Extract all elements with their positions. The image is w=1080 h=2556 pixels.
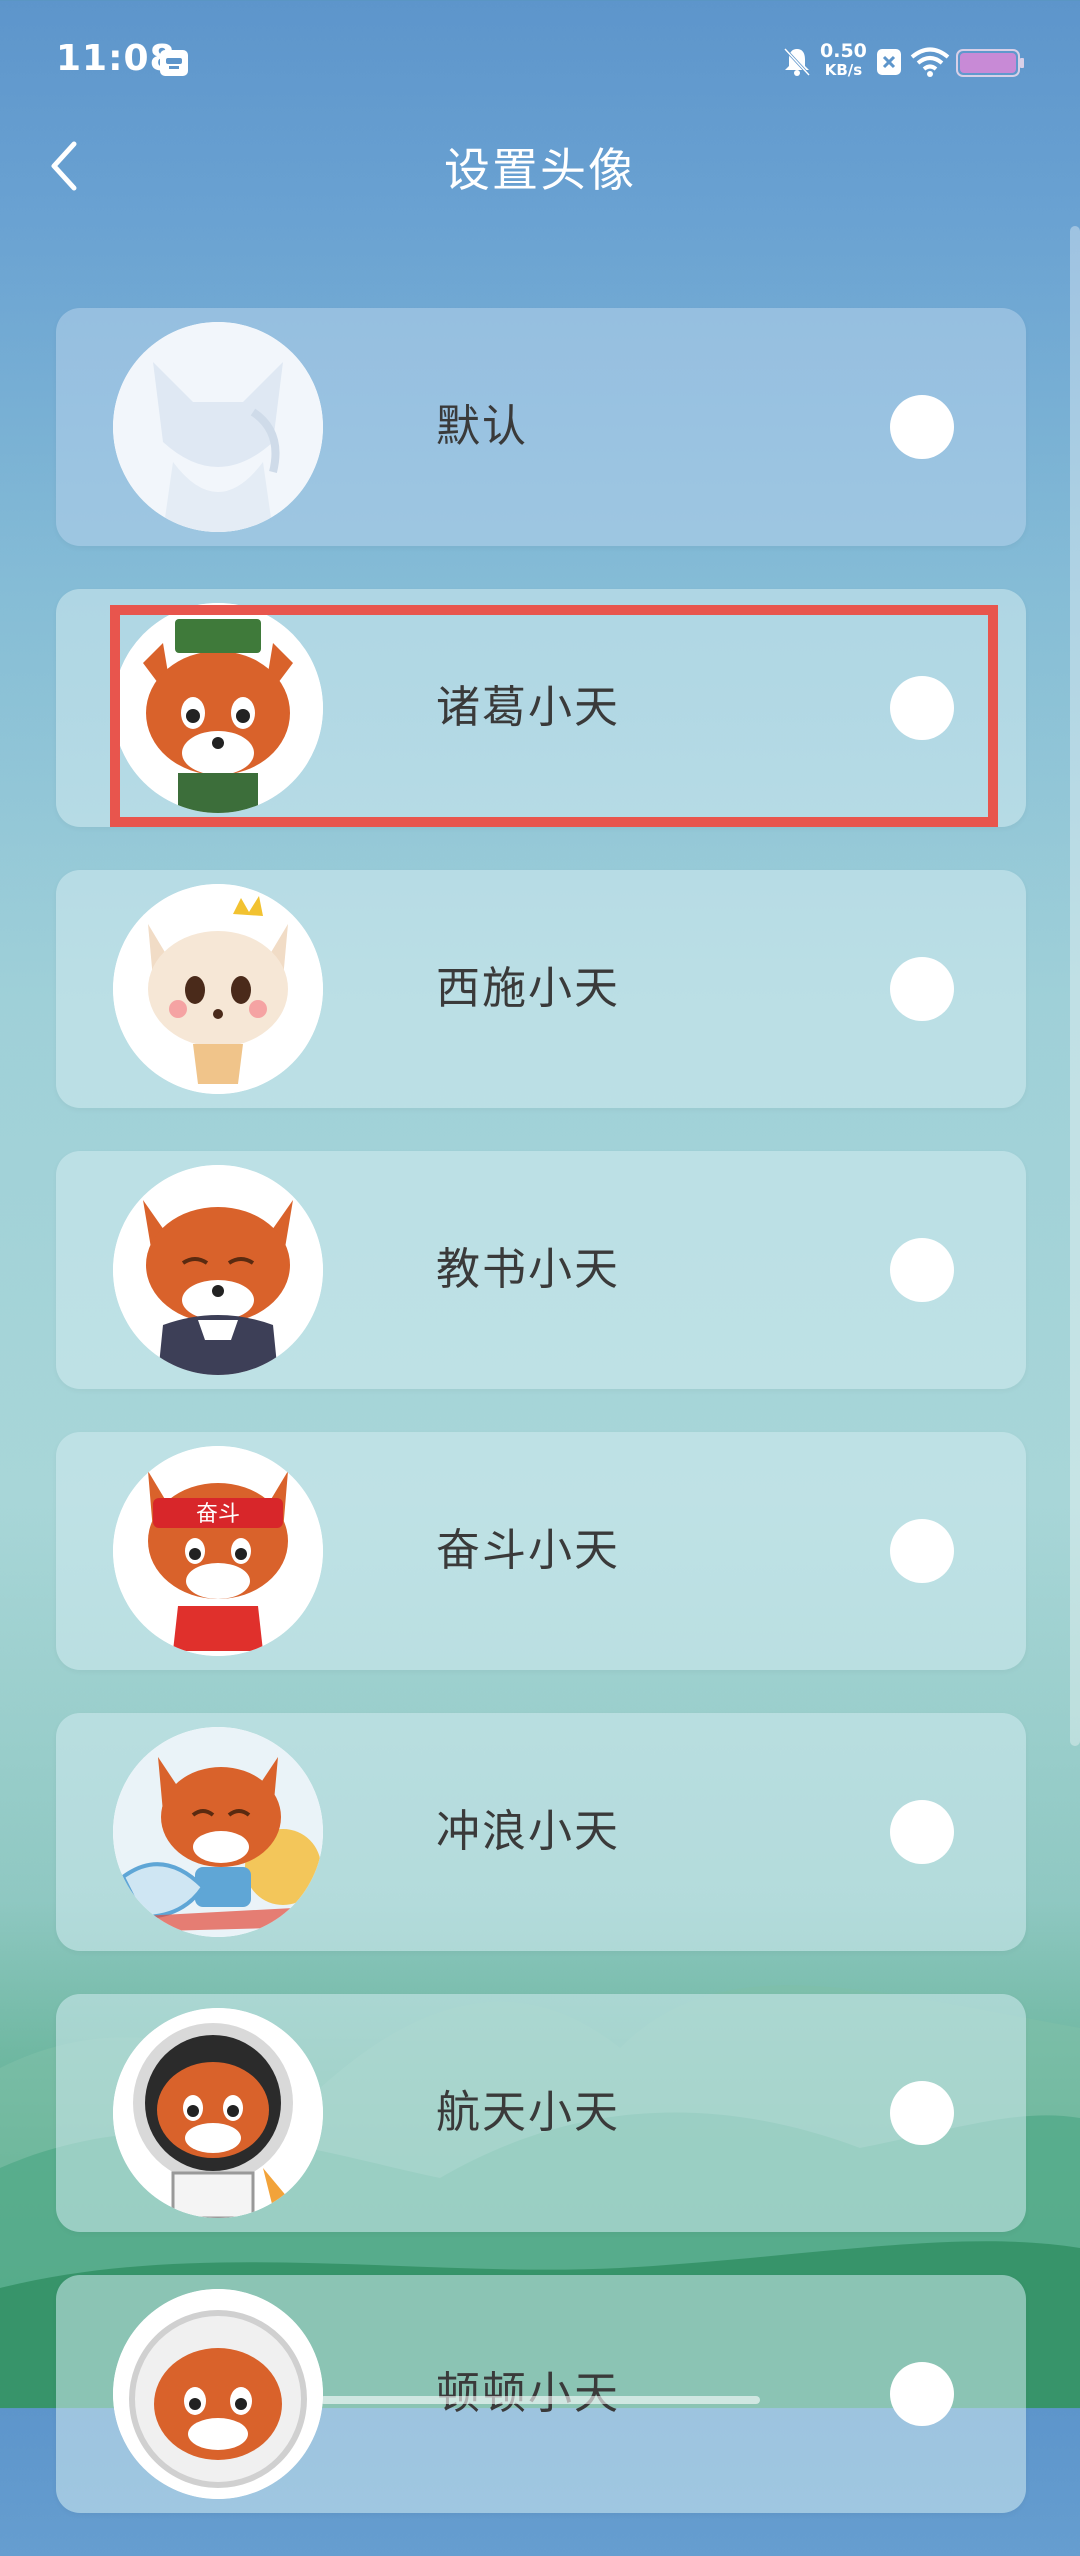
net-speed-unit: KB/s [824, 61, 863, 79]
avatar-xishi [113, 884, 323, 1094]
xishi-fox-icon [113, 884, 323, 1094]
radio-button[interactable] [890, 1800, 954, 1864]
avatar-list: 默认 诸葛小天 西施小天 教书小天 奋斗 奋斗小天 冲浪小天 航天小天 顿顿小天 [56, 308, 1026, 2556]
avatar-option-astronaut[interactable]: 航天小天 [56, 1994, 1026, 2232]
headband-text: 奋斗 [196, 1502, 240, 1527]
radio-button[interactable] [890, 2081, 954, 2145]
avatar-surfer [113, 1727, 323, 1937]
avatar-default [113, 322, 323, 532]
avatar-label: 奋斗小天 [436, 1525, 620, 1576]
astronaut-fox-icon [113, 2008, 323, 2218]
battery-icon [956, 49, 1024, 77]
avatar-option-dundun[interactable]: 顿顿小天 [56, 2275, 1026, 2513]
avatar-astronaut [113, 2008, 323, 2218]
radio-button[interactable] [890, 1519, 954, 1583]
home-indicator[interactable] [320, 2396, 760, 2404]
wifi-icon [910, 47, 950, 77]
avatar-label: 诸葛小天 [436, 682, 620, 733]
avatar-option-zhuge[interactable]: 诸葛小天 [56, 589, 1026, 827]
zhuge-fox-icon [113, 603, 323, 813]
surfer-fox-icon [113, 1727, 323, 1937]
network-speed: 0.50 KB/s [820, 42, 867, 80]
net-speed-value: 0.50 [820, 40, 867, 62]
avatar-dundun [113, 2289, 323, 2499]
avatar-option-striver[interactable]: 奋斗 奋斗小天 [56, 1432, 1026, 1670]
calendar-icon [160, 50, 188, 76]
avatar-teacher [113, 1165, 323, 1375]
avatar-option-teacher[interactable]: 教书小天 [56, 1151, 1026, 1389]
radio-button[interactable] [890, 676, 954, 740]
avatar-label: 默认 [436, 401, 528, 452]
teacher-fox-icon [113, 1165, 323, 1375]
avatar-label: 教书小天 [436, 1244, 620, 1295]
striver-fox-icon: 奋斗 [113, 1446, 323, 1656]
status-bar: 11:08 0.50 KB/s [0, 0, 1080, 126]
dundun-fox-icon [113, 2289, 323, 2499]
close-box-icon [877, 49, 901, 75]
radio-button[interactable] [890, 395, 954, 459]
avatar-option-xishi[interactable]: 西施小天 [56, 870, 1026, 1108]
avatar-striver: 奋斗 [113, 1446, 323, 1656]
top-bar: 设置头像 [0, 126, 1080, 198]
default-fox-silhouette-icon [113, 322, 323, 532]
page-title: 设置头像 [444, 143, 636, 197]
avatar-label: 航天小天 [436, 2087, 620, 2138]
avatar-option-default[interactable]: 默认 [56, 308, 1026, 546]
mute-bell-icon [783, 47, 811, 77]
avatar-label: 顿顿小天 [436, 2368, 620, 2419]
avatar-label: 冲浪小天 [436, 1806, 620, 1857]
avatar-zhuge [113, 603, 323, 813]
scrollbar[interactable] [1070, 226, 1080, 1746]
radio-button[interactable] [890, 2362, 954, 2426]
avatar-label: 西施小天 [436, 963, 620, 1014]
avatar-option-surfer[interactable]: 冲浪小天 [56, 1713, 1026, 1951]
radio-button[interactable] [890, 957, 954, 1021]
radio-button[interactable] [890, 1238, 954, 1302]
